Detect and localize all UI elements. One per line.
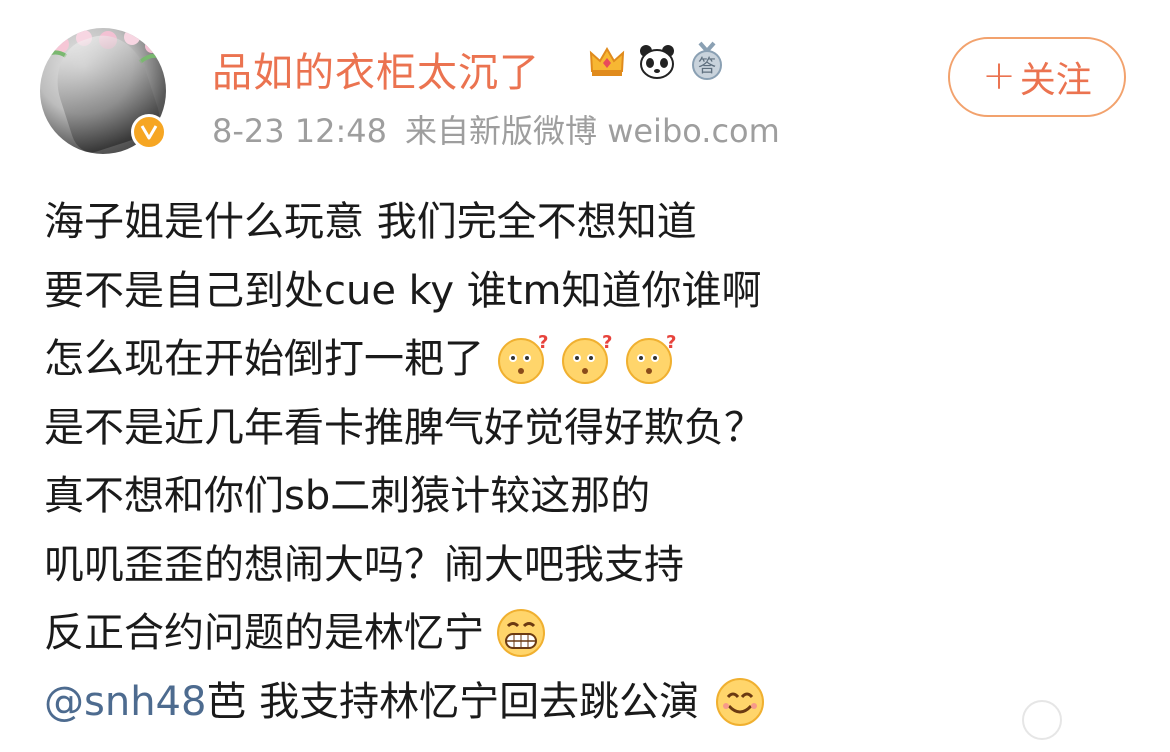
post-content: 海子姐是什么玩意 我们完全不想知道 要不是自己到处cue ky 谁tm知道你谁啊… <box>44 188 767 736</box>
plus-icon: + <box>982 52 1016 99</box>
line-text: 是不是近几年看卡推脾气好觉得好欺负？ <box>44 404 764 451</box>
line-text: 要不是自己到处cue ky 谁tm知道你谁啊 <box>44 267 762 314</box>
grin-face-icon <box>497 609 545 658</box>
line-text: 怎么现在开始倒打一耙了 <box>44 336 484 382</box>
smile-face-icon <box>716 677 765 726</box>
svg-text:?: ? <box>538 332 548 353</box>
confused-face-icon: ? <box>498 332 548 385</box>
confused-face-icon: ? <box>562 332 612 385</box>
medal-text: 答 <box>698 56 716 77</box>
post-time[interactable]: 8-23 12:48 <box>212 112 387 150</box>
mention-link[interactable]: @snh48 <box>44 668 206 737</box>
panda-badge-icon[interactable] <box>636 40 678 82</box>
follow-button[interactable]: + 关注 <box>948 37 1126 117</box>
crown-badge-icon[interactable] <box>586 40 628 82</box>
line-text: 海子姐是什么玩意 我们完全不想知道 <box>44 199 697 245</box>
line-text: 真不想和你们sb二刺猿计较这那的 <box>44 473 651 519</box>
line-text: 反正合约问题的是林忆宁 <box>44 610 484 656</box>
content-line: 怎么现在开始倒打一耙了 ? ? ? <box>44 325 767 394</box>
content-line: 要不是自己到处cue ky 谁tm知道你谁啊 <box>44 257 767 326</box>
post-source[interactable]: 来自新版微博 weibo.com <box>405 112 780 150</box>
content-line: 是不是近几年看卡推脾气好觉得好欺负？ <box>44 394 767 463</box>
watermark-icon <box>1022 700 1062 740</box>
content-line: 叽叽歪歪的想闹大吗？闹大吧我支持 <box>44 531 767 600</box>
user-badges: 答 <box>586 40 728 82</box>
verified-v-icon <box>131 114 167 150</box>
line-text: 叽叽歪歪的想闹大吗？闹大吧我支持 <box>44 541 684 588</box>
svg-text:?: ? <box>666 332 676 353</box>
content-line: 海子姐是什么玩意 我们完全不想知道 <box>44 188 767 257</box>
content-line: 真不想和你们sb二刺猿计较这那的 <box>44 462 767 531</box>
post-meta: 8-23 12:48 来自新版微博 weibo.com <box>212 106 798 152</box>
content-line: 反正合约问题的是林忆宁 <box>44 599 767 668</box>
svg-text:?: ? <box>602 332 612 353</box>
follow-label: 关注 <box>1019 60 1092 101</box>
author-name[interactable]: 品如的衣柜太沉了 <box>212 40 540 98</box>
line-text: 芭 我支持林忆宁回去跳公演 <box>206 678 700 725</box>
content-line: @snh48 芭 我支持林忆宁回去跳公演 <box>44 668 767 737</box>
confused-face-icon: ? <box>626 332 676 385</box>
answer-medal-icon[interactable]: 答 <box>686 40 728 82</box>
